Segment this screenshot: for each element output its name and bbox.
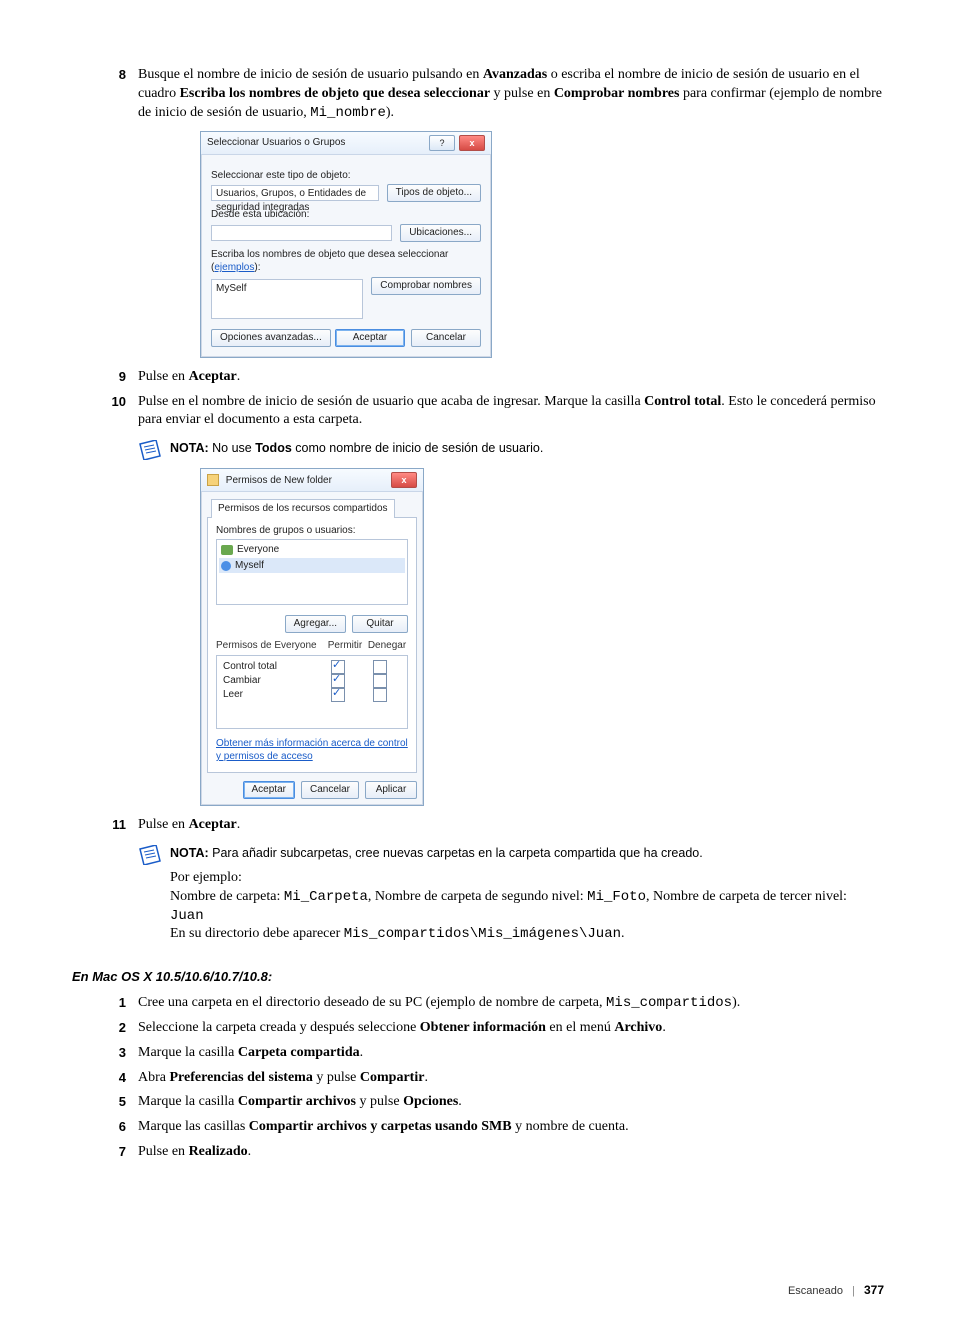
check-names-button[interactable]: Comprobar nombres xyxy=(371,277,481,295)
step-number: 8 xyxy=(90,66,138,84)
dialog-titlebar: Seleccionar Usuarios o Grupos ? x xyxy=(201,132,491,155)
cancel-button[interactable]: Cancelar xyxy=(411,329,481,347)
mac-step-4: 4 Abra Preferencias del sistema y pulse … xyxy=(90,1069,884,1088)
cancel-button[interactable]: Cancelar xyxy=(301,781,359,799)
label-enter-names: Escriba los nombres de objeto que desea … xyxy=(211,248,481,275)
step-number: 9 xyxy=(90,368,138,386)
page-number: 377 xyxy=(864,1283,884,1297)
permissions-list: Control total Cambiar Leer xyxy=(216,655,408,729)
note-example-block: Por ejemplo: Nombre de carpeta: Mi_Carpe… xyxy=(170,869,884,945)
object-names-input[interactable]: MySelf xyxy=(211,279,363,319)
step-11: 11 Pulse en Aceptar. xyxy=(90,816,884,835)
dialog-permissions: Permisos de New folder x Permisos de los… xyxy=(200,468,424,806)
examples-link[interactable]: ejemplos xyxy=(214,262,254,273)
label-object-type: Seleccionar este tipo de objeto: xyxy=(211,169,481,183)
step-number: 10 xyxy=(90,393,138,411)
step-number: 11 xyxy=(90,816,138,834)
dialog-title: Seleccionar Usuarios o Grupos xyxy=(207,136,345,150)
folder-icon xyxy=(207,474,219,486)
ok-button[interactable]: Aceptar xyxy=(335,329,405,347)
dialog-permissions-wrap: Permisos de New folder x Permisos de los… xyxy=(200,468,884,806)
advanced-button[interactable]: Opciones avanzadas... xyxy=(211,329,331,347)
perm-row-change: Cambiar xyxy=(223,674,401,688)
group-icon xyxy=(221,545,233,555)
apply-button[interactable]: Aplicar xyxy=(365,781,417,799)
mac-step-3: 3 Marque la casilla Carpeta compartida. xyxy=(90,1044,884,1063)
col-deny: Denegar xyxy=(366,639,408,653)
ok-button[interactable]: Aceptar xyxy=(243,781,295,799)
note-icon xyxy=(138,440,162,460)
note-no-todos: NOTA: No use Todos como nombre de inicio… xyxy=(138,440,884,460)
perm-row-full: Control total xyxy=(223,660,401,674)
add-button[interactable]: Agregar... xyxy=(285,615,346,633)
checkbox-allow-read[interactable] xyxy=(331,688,345,702)
learn-more-link[interactable]: Obtener más información acerca de contro… xyxy=(216,737,408,764)
dialog-select-users: Seleccionar Usuarios o Grupos ? x Selecc… xyxy=(200,131,492,358)
checkbox-deny-full[interactable] xyxy=(373,660,387,674)
dialog-title: Permisos de New folder xyxy=(226,475,332,486)
label-location: Desde esta ubicación: xyxy=(211,208,481,222)
step-10: 10 Pulse en el nombre de inicio de sesió… xyxy=(90,393,884,431)
help-icon[interactable]: ? xyxy=(429,135,455,151)
dialog-select-users-wrap: Seleccionar Usuarios o Grupos ? x Selecc… xyxy=(200,131,884,358)
locations-button[interactable]: Ubicaciones... xyxy=(400,224,481,242)
mac-step-5: 5 Marque la casilla Compartir archivos y… xyxy=(90,1093,884,1112)
step-9: 9 Pulse en Aceptar. xyxy=(90,368,884,387)
col-allow: Permitir xyxy=(324,639,366,653)
object-types-button[interactable]: Tipos de objeto... xyxy=(387,184,481,202)
section-name: Escaneado xyxy=(788,1285,843,1297)
mac-step-7: 7 Pulse en Realizado. xyxy=(90,1143,884,1162)
remove-button[interactable]: Quitar xyxy=(352,615,408,633)
label-permissions-for: Permisos de Everyone xyxy=(216,639,324,653)
label-group-names: Nombres de grupos o usuarios: xyxy=(216,524,408,538)
dialog-titlebar: Permisos de New folder x xyxy=(201,469,423,492)
checkbox-deny-read[interactable] xyxy=(373,688,387,702)
mac-step-1: 1 Cree una carpeta en el directorio dese… xyxy=(90,994,884,1013)
object-type-field[interactable]: Usuarios, Grupos, o Entidades de segurid… xyxy=(211,185,379,201)
page-footer: Escaneado | 377 xyxy=(90,1282,884,1299)
list-item[interactable]: Myself xyxy=(219,558,405,574)
mac-step-2: 2 Seleccione la carpeta creada y después… xyxy=(90,1019,884,1038)
mac-step-6: 6 Marque las casillas Compartir archivos… xyxy=(90,1118,884,1137)
close-icon[interactable]: x xyxy=(391,472,417,488)
checkbox-deny-change[interactable] xyxy=(373,674,387,688)
user-icon xyxy=(221,561,231,571)
note-icon xyxy=(138,845,162,865)
step-8: 8 Busque el nombre de inicio de sesión d… xyxy=(90,66,884,123)
step-body: Busque el nombre de inicio de sesión de … xyxy=(138,66,884,123)
perm-row-read: Leer xyxy=(223,688,401,702)
location-field[interactable] xyxy=(211,225,392,241)
heading-mac-os: En Mac OS X 10.5/10.6/10.7/10.8: xyxy=(72,968,884,986)
tab-share-permissions[interactable]: Permisos de los recursos compartidos xyxy=(211,499,395,518)
note-subfolders: NOTA: Para añadir subcarpetas, cree nuev… xyxy=(138,845,884,865)
close-icon[interactable]: x xyxy=(459,135,485,151)
users-listbox[interactable]: Everyone Myself xyxy=(216,539,408,605)
list-item[interactable]: Everyone xyxy=(219,542,405,558)
